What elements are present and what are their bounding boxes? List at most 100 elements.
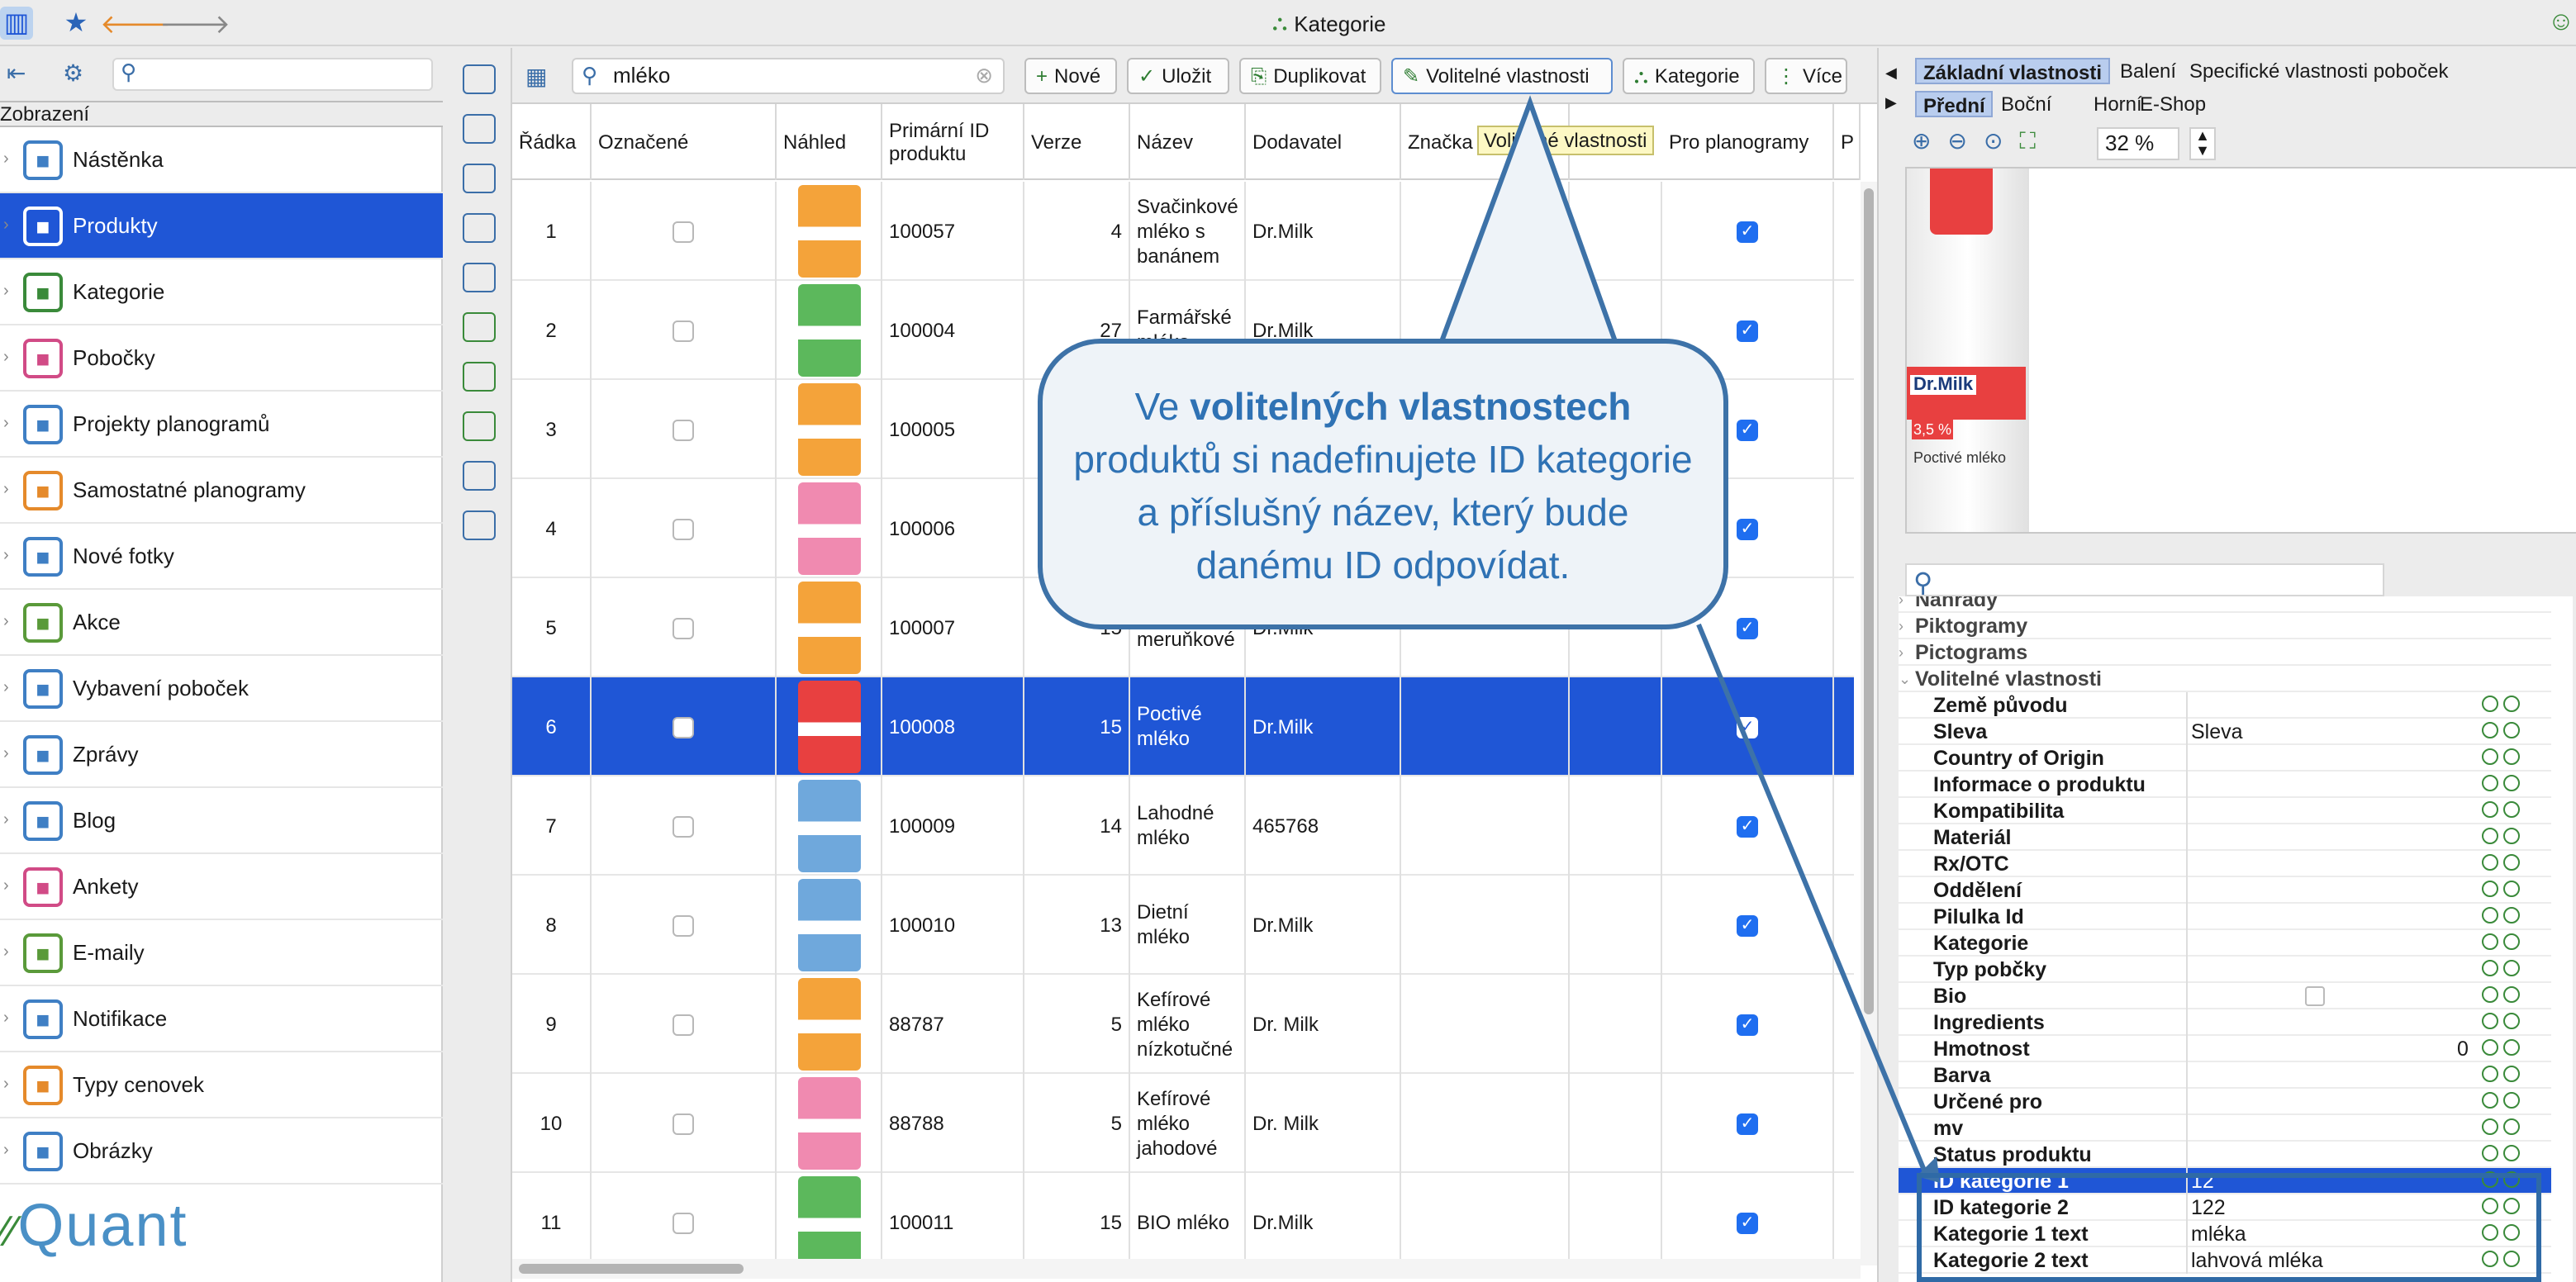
column-header[interactable]: Pro planogramy xyxy=(1662,104,1834,180)
chevron-right-icon[interactable]: › xyxy=(3,415,9,433)
planogram-checkbox[interactable]: ✓ xyxy=(1737,815,1758,837)
property-row[interactable]: Materiál xyxy=(1899,824,2551,851)
property-row[interactable]: Pilulka Id xyxy=(1899,904,2551,930)
clear-search-icon[interactable]: ⊗ xyxy=(975,59,993,93)
forward-arrow-icon[interactable]: 🡒 xyxy=(159,7,231,40)
toolbar-button[interactable]: ✎ Volitelné vlastnosti xyxy=(1391,58,1613,94)
reset-icon[interactable] xyxy=(2482,828,2498,844)
edit-icon[interactable] xyxy=(2503,722,2520,738)
marked-checkbox[interactable] xyxy=(673,1014,694,1035)
property-row[interactable]: Hmotnost 0 xyxy=(1899,1036,2551,1062)
view-tab[interactable]: Boční xyxy=(1994,91,2058,117)
table-row[interactable]: 6 100008 15 Poctivé mléko Dr.Milk ✓ xyxy=(512,677,1854,776)
marked-checkbox[interactable] xyxy=(673,518,694,539)
sidebar-item[interactable]: › ■ Vybavení poboček xyxy=(0,656,443,722)
sidebar-item[interactable]: › ■ E-maily xyxy=(0,920,443,986)
property-row[interactable]: Země původu xyxy=(1899,692,2551,719)
column-header[interactable]: Verze xyxy=(1024,104,1130,180)
reset-icon[interactable] xyxy=(2482,986,2498,1003)
property-row[interactable]: Určené pro xyxy=(1899,1089,2551,1115)
excel-export-icon[interactable] xyxy=(463,362,496,392)
property-row[interactable]: Ingredients xyxy=(1899,1009,2551,1036)
column-header[interactable]: Náhled xyxy=(777,104,882,180)
sidebar-item[interactable]: › ■ Ankety xyxy=(0,854,443,920)
column-header[interactable]: P xyxy=(1834,104,1861,180)
bio-checkbox[interactable] xyxy=(2305,986,2325,1006)
property-group[interactable]: › Pictograms xyxy=(1899,639,2551,666)
table-row[interactable]: 9 88787 5 Kefírové mléko nízkotučné Dr. … xyxy=(512,975,1854,1074)
reset-icon[interactable] xyxy=(2482,1145,2498,1161)
chevron-right-icon[interactable]: › xyxy=(3,877,9,895)
property-search-input[interactable]: ⚲ xyxy=(1905,563,2384,598)
table-row[interactable]: 11 100011 15 BIO mléko Dr.Milk ✓ xyxy=(512,1173,1854,1265)
chevron-right-icon[interactable]: › xyxy=(3,1142,9,1160)
edit-icon[interactable] xyxy=(2503,960,2520,976)
reset-icon[interactable] xyxy=(2482,854,2498,871)
table-settings-icon[interactable]: ▦ xyxy=(525,63,547,91)
sidebar-item[interactable]: › ■ Akce xyxy=(0,590,443,656)
sidebar-item[interactable]: › ■ Samostatné planogramy xyxy=(0,458,443,524)
property-row[interactable]: Sleva Sleva xyxy=(1899,719,2551,745)
smiley-icon[interactable]: ☺ xyxy=(2545,7,2576,40)
planogram-tool-icon[interactable] xyxy=(463,213,496,243)
reset-icon[interactable] xyxy=(2482,933,2498,950)
edit-icon[interactable] xyxy=(2503,986,2520,1003)
table-row[interactable]: 10 88788 5 Kefírové mléko jahodové Dr. M… xyxy=(512,1074,1854,1173)
property-row[interactable]: Country of Origin xyxy=(1899,745,2551,772)
chevron-right-icon[interactable]: › xyxy=(3,349,9,367)
property-group[interactable]: › Náhrady xyxy=(1899,596,2551,613)
reset-icon[interactable] xyxy=(2482,907,2498,924)
back-arrow-icon[interactable]: 🡐 xyxy=(100,7,171,40)
sidebar-item[interactable]: › ■ Nástěnka xyxy=(0,127,443,193)
edit-icon[interactable] xyxy=(2503,696,2520,712)
sort-icon[interactable] xyxy=(463,461,496,491)
toolbar-button[interactable]: ✓ Uložit xyxy=(1127,58,1229,94)
toolbar-button[interactable]: ⋮ Více xyxy=(1765,58,1847,94)
edit-icon[interactable] xyxy=(2503,775,2520,791)
reset-icon[interactable] xyxy=(2482,696,2498,712)
planogram-checkbox[interactable]: ✓ xyxy=(1737,419,1758,440)
chevron-right-icon[interactable]: › xyxy=(3,943,9,962)
planogram-checkbox[interactable]: ✓ xyxy=(1737,518,1758,539)
reset-icon[interactable] xyxy=(2482,881,2498,897)
property-row[interactable]: Barva xyxy=(1899,1062,2551,1089)
property-row[interactable]: Bio xyxy=(1899,983,2551,1009)
edit-icon[interactable] xyxy=(2503,933,2520,950)
sidebar-item[interactable]: › ■ Kategorie xyxy=(0,259,443,325)
copy-icon[interactable] xyxy=(463,114,496,144)
scroll-thumb[interactable] xyxy=(1864,188,1874,1014)
search-input[interactable]: ⚲ mléko ⊗ xyxy=(572,58,1005,94)
property-row[interactable]: Typ pobčky xyxy=(1899,957,2551,983)
edit-icon[interactable] xyxy=(2503,801,2520,818)
chevron-right-icon[interactable]: › xyxy=(3,150,9,169)
sidebar-toggle-icon[interactable]: ▥ xyxy=(0,7,33,40)
chevron-right-icon[interactable]: › xyxy=(3,547,9,565)
property-group[interactable]: ⌄ Volitelné vlastnosti xyxy=(1899,666,2551,692)
chevron-right-icon[interactable]: › xyxy=(3,283,9,301)
column-header[interactable]: Dodavatel xyxy=(1246,104,1401,180)
chevron-right-icon[interactable]: › xyxy=(3,679,9,697)
toolbar-button[interactable]: ⎘ Duplikovat xyxy=(1239,58,1381,94)
list-icon[interactable] xyxy=(463,263,496,292)
sidebar-item[interactable]: › ■ Pobočky xyxy=(0,325,443,392)
horizontal-scrollbar[interactable] xyxy=(512,1259,1861,1279)
property-row[interactable]: Kategorie xyxy=(1899,930,2551,957)
table-row[interactable]: 1 100057 4 Svačinkové mléko s banánem Dr… xyxy=(512,182,1854,281)
planogram-checkbox[interactable]: ✓ xyxy=(1737,1212,1758,1233)
reset-icon[interactable] xyxy=(2482,1039,2498,1056)
chevron-right-icon[interactable]: › xyxy=(3,1009,9,1028)
planogram-checkbox[interactable]: ✓ xyxy=(1737,716,1758,738)
zoom-stepper[interactable]: ▲ ▼ xyxy=(2189,127,2216,160)
edit-icon[interactable] xyxy=(2503,828,2520,844)
property-row[interactable]: Informace o produktu xyxy=(1899,772,2551,798)
property-row[interactable]: Status produktu xyxy=(1899,1142,2551,1168)
zoom-input[interactable]: 32 % xyxy=(2097,127,2179,160)
property-row[interactable]: Oddělení xyxy=(1899,877,2551,904)
property-row[interactable]: Kompatibilita xyxy=(1899,798,2551,824)
star-icon[interactable]: ★ xyxy=(59,7,93,40)
edit-icon[interactable] xyxy=(2503,907,2520,924)
edit-icon[interactable] xyxy=(2503,1039,2520,1056)
zoom-out-icon[interactable]: ⊖ xyxy=(1947,127,1966,155)
chart-icon[interactable] xyxy=(463,510,496,540)
property-value[interactable]: Sleva xyxy=(2191,719,2243,745)
